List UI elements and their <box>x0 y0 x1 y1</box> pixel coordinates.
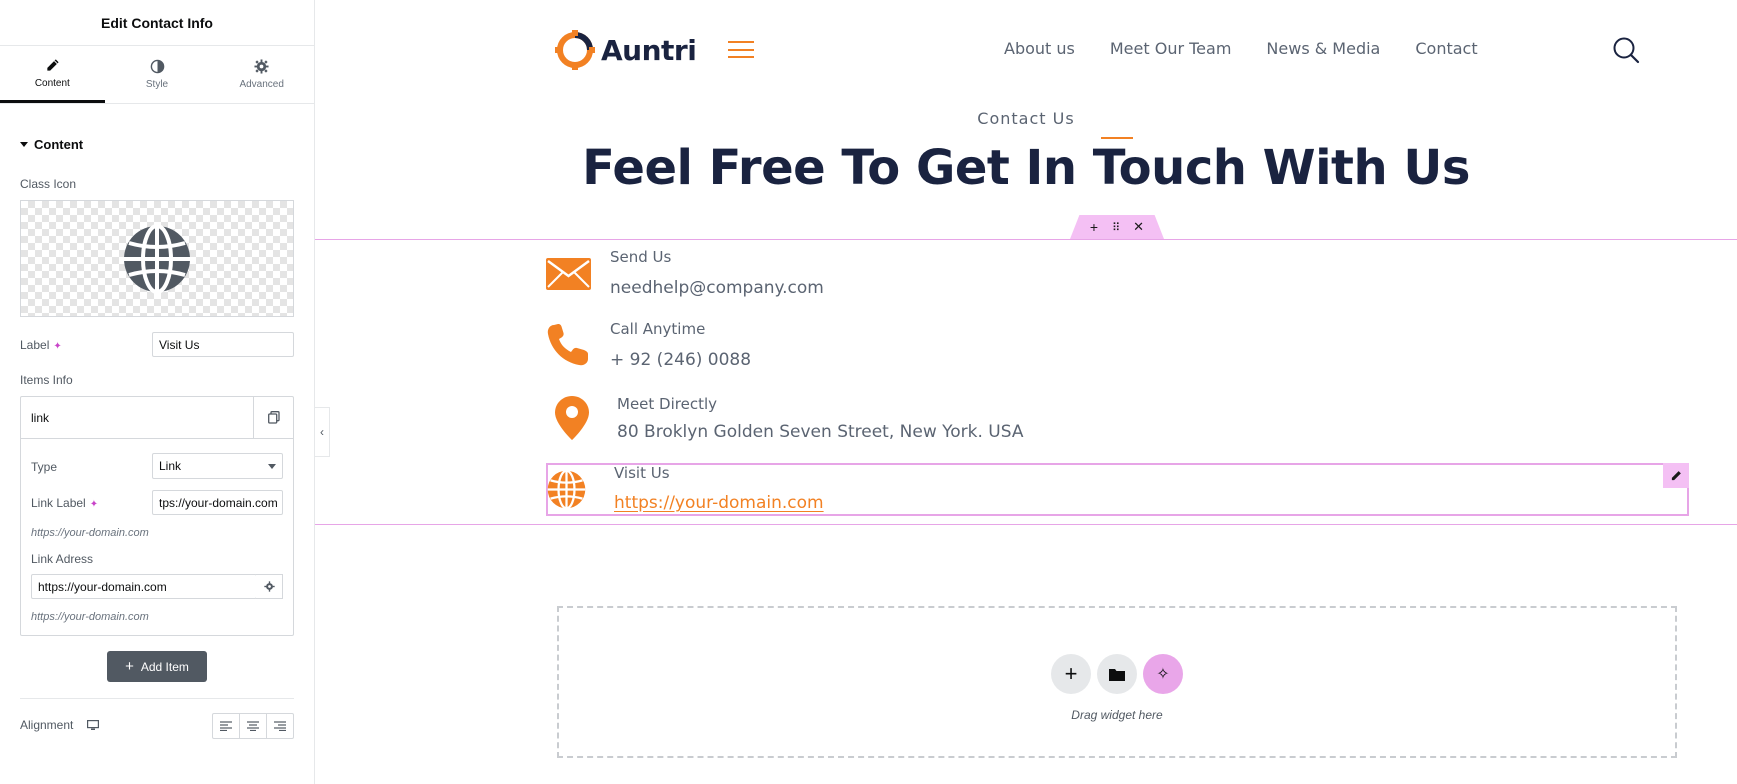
close-section-icon[interactable]: ✕ <box>1133 219 1144 235</box>
align-center-icon <box>247 721 259 731</box>
tab-content-label: Content <box>34 77 70 89</box>
type-select-value: Link <box>159 459 182 473</box>
logo-text: Auntri <box>601 33 697 67</box>
hamburger-line <box>728 48 754 51</box>
desktop-icon[interactable] <box>87 719 100 731</box>
gear-icon <box>263 581 275 592</box>
link-address-label: Link Adress <box>31 552 94 566</box>
contact-value-phone: + 92 (246) 0088 <box>610 350 752 370</box>
page-title: Feel Free To Get In Touch With Us <box>582 140 1470 196</box>
contact-value-email: needhelp@company.com <box>610 278 824 298</box>
drag-handle-icon[interactable]: ⠿ <box>1112 221 1120 234</box>
location-pin-icon <box>555 396 589 443</box>
pencil-icon <box>47 58 59 71</box>
tab-style-label: Style <box>145 79 169 90</box>
label-field-text: Label <box>20 338 50 352</box>
section-handle: + ⠿ ✕ <box>1070 215 1164 239</box>
repeater-item-header[interactable]: link <box>21 397 293 439</box>
label-field-label: Label ✦ <box>20 338 62 352</box>
globe-icon <box>124 223 190 294</box>
ai-sparkle-icon[interactable]: ✦ <box>53 341 61 352</box>
dropzone-actions: + ✧ <box>1051 654 1183 694</box>
nav-contact[interactable]: Contact <box>1415 39 1477 58</box>
link-address-hint: https://your-domain.com <box>31 611 149 623</box>
globe-icon <box>546 469 587 513</box>
plus-icon: + <box>125 658 134 675</box>
type-select[interactable]: Link <box>152 453 283 479</box>
dropzone-text: Drag widget here <box>1071 708 1163 722</box>
ai-generate-button[interactable]: ✧ <box>1143 654 1183 694</box>
nav-about-us[interactable]: About us <box>1004 39 1075 58</box>
align-right-icon <box>274 721 286 731</box>
envelope-icon <box>546 258 591 293</box>
align-left-button[interactable] <box>213 714 240 738</box>
plus-icon: + <box>1064 661 1078 686</box>
section-eyebrow: Contact Us <box>977 109 1075 128</box>
phone-icon <box>546 323 590 370</box>
tab-advanced-label: Advanced <box>239 79 284 90</box>
add-item-label: Add Item <box>140 659 189 674</box>
link-options-button[interactable] <box>256 574 283 599</box>
caret-down-icon <box>268 463 276 469</box>
duplicate-button[interactable] <box>253 397 293 438</box>
menu-toggle-button[interactable] <box>728 41 754 58</box>
align-right-button[interactable] <box>267 714 293 738</box>
widget-dropzone[interactable]: + ✧ Drag widget here <box>557 606 1677 758</box>
align-left-icon <box>220 721 232 731</box>
repeater-item-title: link <box>31 410 50 425</box>
panel-tabs: Content Style Advanced <box>0 46 314 104</box>
contact-value-address: 80 Broklyn Golden Seven Street, New York… <box>617 422 1024 442</box>
hamburger-line <box>728 41 754 43</box>
add-item-button[interactable]: + Add Item <box>107 651 207 682</box>
items-repeater: link Type Link Link Label ✦ tps://your-do… <box>20 396 294 636</box>
folder-icon <box>1109 668 1125 681</box>
add-section-icon[interactable]: + <box>1090 219 1098 235</box>
type-label: Type <box>31 460 58 474</box>
link-label-field-label: Link Label ✦ <box>31 496 98 510</box>
copy-icon <box>267 411 280 424</box>
site-logo[interactable]: Auntri <box>555 30 697 70</box>
panel-title: Edit Contact Info <box>0 0 314 46</box>
ai-sparkle-icon[interactable]: ✦ <box>90 499 98 510</box>
link-label-input[interactable]: tps://your-domain.com <box>152 490 283 515</box>
nav-news-media[interactable]: News & Media <box>1266 39 1380 58</box>
main-nav: About us Meet Our Team News & Media Cont… <box>1004 39 1478 58</box>
half-circle-icon <box>150 59 164 74</box>
edit-widget-button[interactable] <box>1663 463 1689 488</box>
contact-label-meet: Meet Directly <box>617 395 718 413</box>
align-center-button[interactable] <box>240 714 267 738</box>
nav-meet-our-team[interactable]: Meet Our Team <box>1110 39 1232 58</box>
alignment-label-row: Alignment <box>20 718 100 732</box>
contact-label-call: Call Anytime <box>610 320 706 338</box>
ai-sparkle-icon: ✧ <box>1156 666 1170 683</box>
search-icon <box>1613 37 1640 64</box>
link-label-hint: https://your-domain.com <box>31 527 149 539</box>
hamburger-line <box>728 56 754 58</box>
gear-logo-icon <box>555 30 595 70</box>
search-button[interactable] <box>1612 36 1640 64</box>
tab-style[interactable]: Style <box>105 46 210 103</box>
tab-advanced[interactable]: Advanced <box>209 46 314 103</box>
add-widget-button[interactable]: + <box>1051 654 1091 694</box>
alignment-label: Alignment <box>20 718 74 732</box>
link-address-input[interactable]: https://your-domain.com <box>31 574 257 599</box>
divider <box>20 698 294 699</box>
contact-label-send: Send Us <box>610 248 672 266</box>
gear-icon <box>254 59 269 74</box>
class-icon-picker[interactable] <box>20 200 294 317</box>
contact-label-visit: Visit Us <box>614 464 670 482</box>
tab-content[interactable]: Content <box>0 46 105 103</box>
label-input[interactable]: Visit Us <box>152 332 294 357</box>
items-info-label: Items Info <box>20 373 73 387</box>
contact-value-website[interactable]: https://your-domain.com <box>614 493 824 513</box>
eyebrow-underline <box>1101 137 1133 139</box>
template-library-button[interactable] <box>1097 654 1137 694</box>
alignment-control <box>212 713 294 739</box>
link-label-field-text: Link Label <box>31 496 86 510</box>
pencil-icon <box>1671 470 1681 480</box>
